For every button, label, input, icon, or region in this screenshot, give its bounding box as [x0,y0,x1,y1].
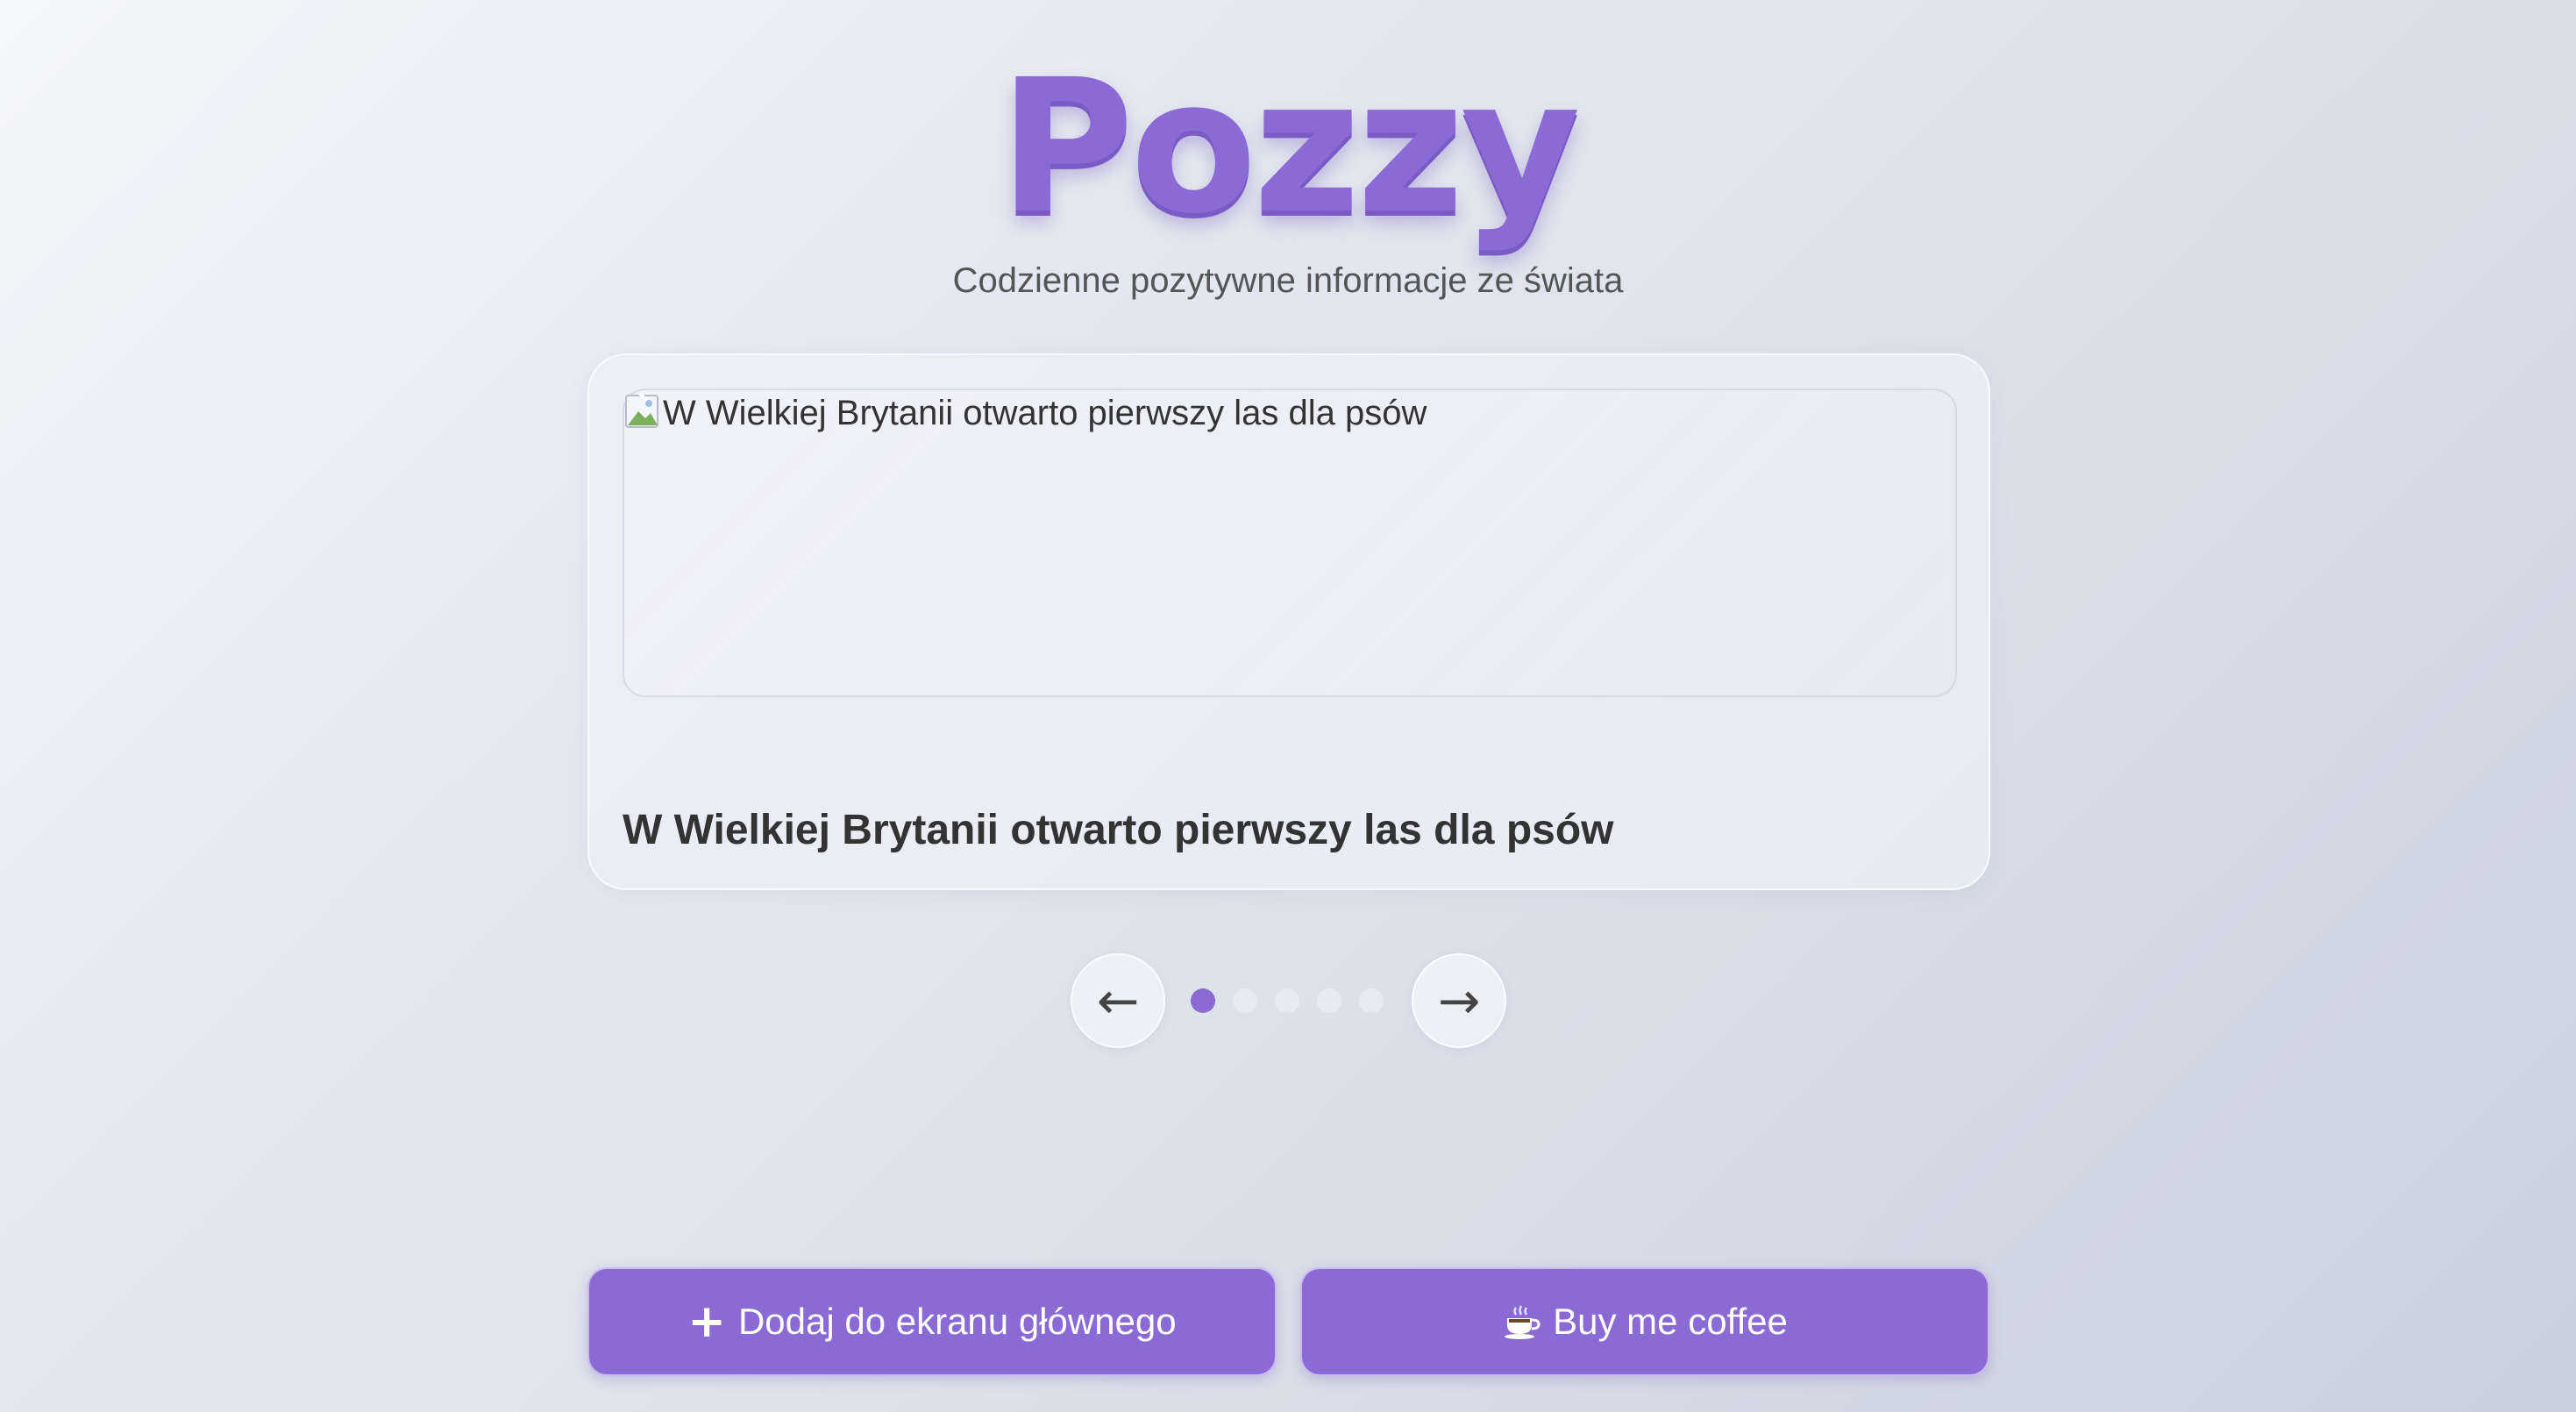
coffee-cup-icon [1505,1305,1541,1339]
buy-me-coffee-label: Buy me coffee [1553,1301,1788,1342]
plus-icon: + [687,1295,726,1348]
carousel-nav: ← → [0,953,2576,1048]
app-logo: Pozzy [999,39,1581,254]
broken-image-icon [625,392,658,428]
app-subtitle: Codzienne pozytywne informacje ze świata [952,261,1624,300]
carousel-dot[interactable] [1317,988,1341,1013]
add-to-home-screen-button[interactable]: + Dodaj do ekranu głównego [587,1267,1277,1376]
carousel-dot[interactable] [1191,988,1215,1013]
buy-me-coffee-button[interactable]: Buy me coffee [1300,1267,1989,1376]
add-to-home-screen-label: Dodaj do ekranu głównego [737,1301,1177,1342]
next-button[interactable]: → [1412,953,1506,1048]
article-image: W Wielkiej Brytanii otwarto pierwszy las… [623,389,1957,697]
carousel-dot[interactable] [1359,988,1384,1013]
carousel-dot[interactable] [1233,988,1257,1013]
previous-button[interactable]: ← [1071,953,1165,1048]
article-title[interactable]: W Wielkiej Brytanii otwarto pierwszy las… [623,802,1614,859]
news-card: W Wielkiej Brytanii otwarto pierwszy las… [587,353,1990,890]
article-image-alt-text: W Wielkiej Brytanii otwarto pierwszy las… [663,394,1427,432]
carousel-dot[interactable] [1275,988,1299,1013]
